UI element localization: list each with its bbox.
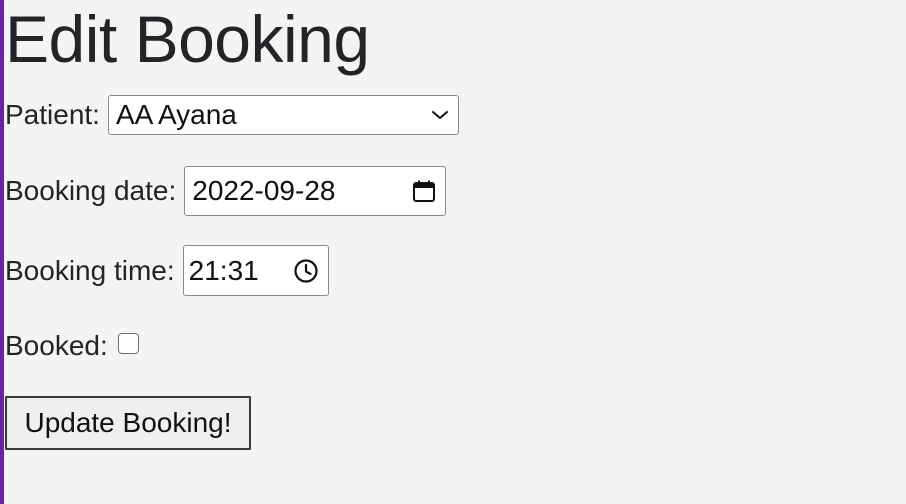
update-booking-button[interactable]: Update Booking! [5,396,251,450]
patient-select-value: AA Ayana [115,99,237,130]
patient-row: Patient: AA Ayana [5,95,459,135]
booking-time-input[interactable]: 21:31 [182,245,329,296]
page-title: Edit Booking [5,2,370,76]
booking-time-value: 21:31 [188,254,259,286]
booked-checkbox[interactable] [117,332,139,354]
clock-icon[interactable] [293,258,319,284]
patient-label: Patient: [5,99,100,130]
left-accent-bar [0,0,4,504]
booking-date-value: 2022-09-28 [192,175,336,206]
booking-date-label: Booking date: [5,175,177,206]
booked-label: Booked: [5,330,108,361]
booking-time-row: Booking time: 21:31 [5,245,329,296]
booked-row: Booked: [5,330,139,362]
calendar-icon[interactable] [412,179,436,203]
chevron-down-icon [431,109,449,121]
booking-date-row: Booking date: 2022-09-28 [5,166,447,216]
booking-date-input[interactable]: 2022-09-28 [184,166,447,216]
booking-time-label: Booking time: [5,254,175,286]
patient-select[interactable]: AA Ayana [107,95,459,135]
